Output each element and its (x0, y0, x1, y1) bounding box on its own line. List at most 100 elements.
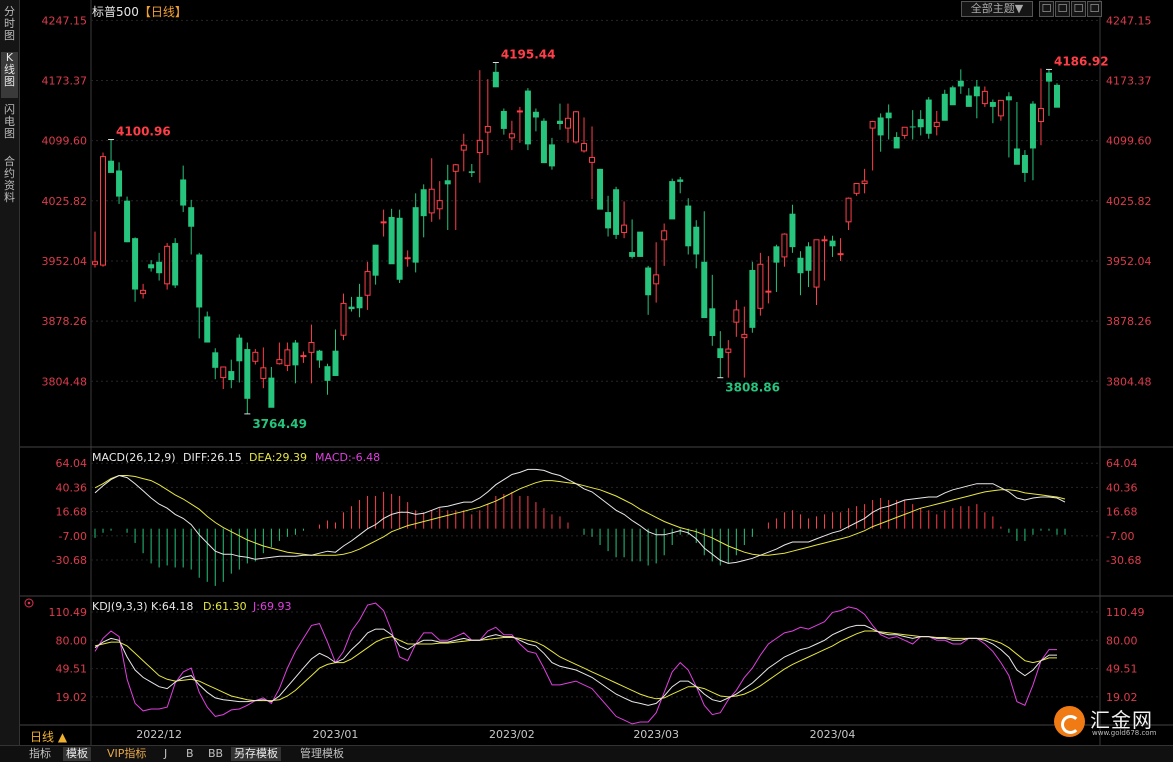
theme-dropdown[interactable]: 全部主题▼ (961, 1, 1033, 17)
macd-value-label: MACD:-6.48 (315, 451, 380, 464)
candle-body (188, 207, 195, 227)
candle-body (324, 366, 331, 381)
candle-body (677, 179, 684, 182)
y-tick-label: 3878.26 (42, 315, 88, 328)
candle-body (685, 205, 692, 247)
chart-canvas: 4247.15 4247.15 4173.37 4173.37 4099.60 4099.… (19, 0, 1173, 745)
candle-body (1037, 108, 1044, 123)
candle-body (645, 267, 652, 296)
candle-body (1045, 72, 1052, 82)
macd-title: MACD(26,12,9) (92, 451, 176, 464)
y-tick-label: 3804.48 (1106, 375, 1152, 388)
candle-body (757, 263, 764, 309)
window-button-2[interactable]: ☐ (1055, 1, 1070, 17)
candle-body (1013, 148, 1020, 165)
y-tick-label: 80.00 (56, 634, 88, 647)
candle-body (653, 274, 660, 285)
candle-body (332, 350, 339, 376)
candle-body (589, 156, 596, 163)
candle-body (132, 238, 139, 290)
candle-body (717, 348, 724, 359)
candle-body (749, 269, 756, 328)
candle-body (701, 261, 708, 319)
tab-indicators[interactable]: 指标 (26, 747, 54, 761)
candle-body (613, 189, 620, 235)
window-button-4[interactable]: ☐ (1087, 1, 1102, 17)
candle-body (340, 302, 347, 336)
candle-body (172, 243, 179, 286)
candle-body (925, 99, 932, 134)
candle-body (1005, 96, 1012, 101)
y-tick-label: 4099.60 (42, 135, 88, 148)
candle-body (252, 351, 259, 362)
tab-timeshare[interactable]: 分时图 (1, 6, 18, 44)
candle-body (709, 308, 716, 337)
candle-body (789, 213, 796, 248)
candle-body (564, 117, 571, 129)
candle-body (260, 367, 267, 379)
candle-body (116, 170, 123, 197)
kdj-title: KDJ(9,3,3) (92, 600, 148, 613)
candle-body (380, 221, 387, 224)
candle-body (548, 144, 555, 167)
tab-manage-templates[interactable]: 管理模板 (297, 747, 347, 761)
chart-title: 标普500【日线】 (92, 3, 187, 20)
candle-body (885, 112, 892, 119)
candle-body (476, 139, 483, 154)
candle-body (949, 87, 956, 106)
tab-flash[interactable]: 闪电图 (1, 104, 18, 146)
y-tick-label: 3952.04 (1106, 255, 1152, 268)
candle-body (100, 156, 107, 266)
y-tick-label: 16.68 (1106, 506, 1138, 519)
period-button[interactable]: 日线 ▲ (30, 728, 67, 745)
candle-body (637, 231, 644, 257)
candle-body (284, 349, 291, 366)
candle-body (244, 349, 251, 399)
candle-body (813, 239, 820, 288)
tab-save-template[interactable]: 另存模板 (231, 747, 281, 761)
candle-body (444, 180, 451, 185)
candle-body (268, 377, 275, 408)
candle-body (941, 93, 948, 121)
x-tick-label: 2023/04 (810, 728, 856, 741)
tab-b[interactable]: B (183, 747, 197, 761)
candle-body (364, 271, 371, 296)
y-tick-label: 4099.60 (1106, 135, 1152, 148)
macd-diff-label: DIFF:26.15 (183, 451, 242, 464)
candle-body (92, 261, 98, 265)
tab-templates[interactable]: 模板 (63, 747, 91, 761)
tab-j[interactable]: J (161, 747, 170, 761)
y-tick-label: 3804.48 (42, 375, 88, 388)
candle-body (573, 111, 579, 143)
period-label: 【日线】 (138, 5, 187, 19)
dea-line (94, 475, 1066, 556)
window-button-1[interactable]: ☐ (1039, 1, 1054, 17)
candle-body (388, 216, 395, 265)
y-tick-label: 4025.82 (1106, 195, 1152, 208)
candle-body (605, 212, 612, 229)
y-tick-label: 3952.04 (42, 255, 88, 268)
candle-body (837, 253, 844, 256)
candle-body (965, 95, 972, 107)
tab-vip-indicators[interactable]: VIP指标 (104, 747, 149, 761)
high-annotation: 4100.96 (116, 125, 171, 139)
tab-kline[interactable]: K线图 (1, 52, 18, 98)
y-tick-label: 49.51 (1106, 663, 1138, 676)
candle-body (629, 252, 636, 257)
candle-body (396, 217, 403, 280)
candle-body (484, 125, 491, 133)
tab-bb[interactable]: BB (205, 747, 226, 761)
tab-contract-info[interactable]: 合约资料 (1, 156, 18, 212)
candle-body (661, 230, 668, 241)
y-tick-label: 110.49 (49, 606, 88, 619)
y-tick-label: 3878.26 (1106, 315, 1152, 328)
y-tick-label: 19.02 (56, 691, 88, 704)
macd-dea-label: DEA:29.39 (249, 451, 307, 464)
window-button-3[interactable]: ☐ (1071, 1, 1086, 17)
candle-body (212, 352, 219, 368)
y-tick-label: 80.00 (1106, 634, 1138, 647)
bottom-toolbar: 指标 模板 VIP指标 J B BB 另存模板 管理模板 (0, 745, 1173, 762)
diff-line (94, 468, 1066, 564)
y-tick-label: 64.04 (56, 457, 88, 470)
candle-body (292, 342, 299, 366)
